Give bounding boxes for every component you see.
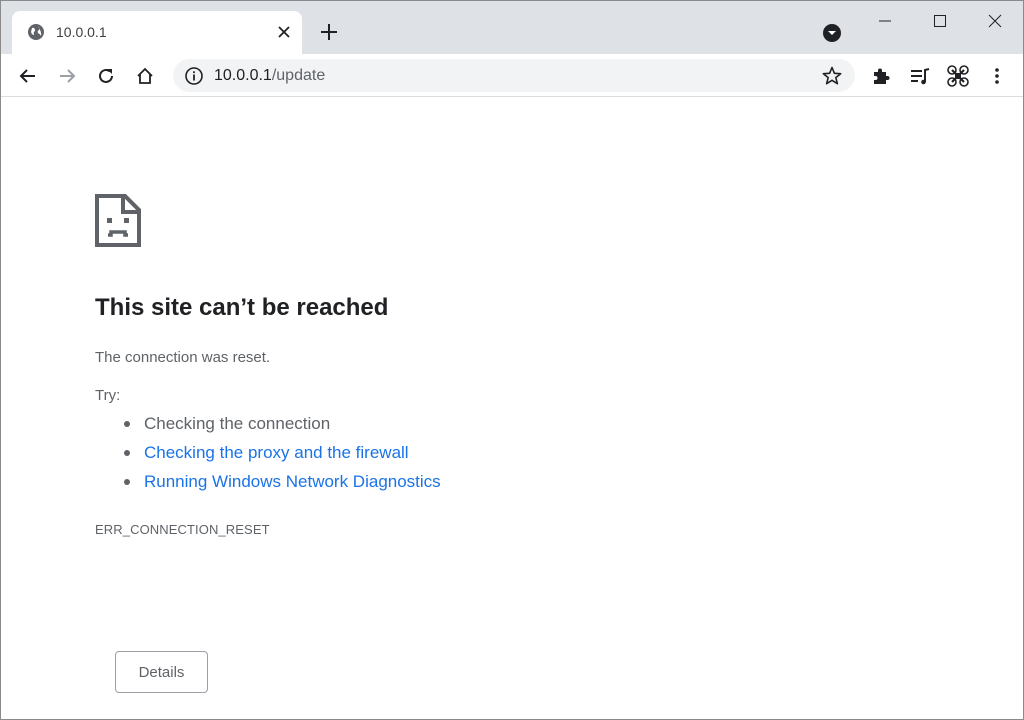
globe-icon	[27, 23, 45, 41]
proxy-firewall-link[interactable]: Checking the proxy and the firewall	[144, 443, 409, 462]
info-icon[interactable]	[184, 66, 204, 86]
url-text[interactable]: 10.0.0.1/update	[214, 67, 325, 85]
star-icon[interactable]	[821, 65, 843, 87]
tab-active[interactable]: 10.0.0.1	[12, 11, 302, 54]
address-bar[interactable]: 10.0.0.1/update	[173, 59, 855, 92]
tab-title: 10.0.0.1	[56, 24, 107, 40]
tab-strip: 10.0.0.1	[1, 1, 1023, 54]
suggestion-item: Running Windows Network Diagnostics	[124, 471, 441, 500]
toolbar: 10.0.0.1/update	[1, 54, 1023, 97]
back-arrow-icon[interactable]	[15, 63, 41, 89]
error-code: ERR_CONNECTION_RESET	[95, 522, 270, 537]
url-path: /update	[271, 67, 326, 84]
suggestion-list: Checking the connection Checking the pro…	[124, 413, 441, 500]
sad-document-icon	[95, 194, 141, 247]
network-diagnostics-link[interactable]: Running Windows Network Diagnostics	[144, 472, 441, 491]
drone-extension-icon[interactable]	[945, 63, 971, 89]
suggestion-item: Checking the proxy and the firewall	[124, 442, 441, 471]
kebab-menu-icon[interactable]	[984, 63, 1010, 89]
suggestion-text: Checking the connection	[144, 414, 331, 433]
window-close-icon[interactable]	[981, 7, 1009, 35]
media-queue-icon[interactable]	[907, 63, 933, 89]
error-title: This site can’t be reached	[95, 294, 389, 321]
try-label: Try:	[95, 387, 121, 404]
error-message: The connection was reset.	[95, 349, 271, 366]
minimize-icon[interactable]	[871, 7, 899, 35]
bullet	[124, 421, 130, 427]
maximize-icon[interactable]	[926, 7, 954, 35]
forward-arrow-icon[interactable]	[54, 63, 80, 89]
details-button[interactable]: Details	[115, 651, 208, 693]
home-icon[interactable]	[132, 63, 158, 89]
tab-search-icon[interactable]	[822, 23, 842, 43]
browser-window: 10.0.0.1 10.0.0.1/update This site can’t…	[0, 0, 1024, 720]
bullet	[124, 479, 130, 485]
bullet	[124, 450, 130, 456]
suggestion-item: Checking the connection	[124, 413, 441, 442]
url-host: 10.0.0.1	[214, 67, 272, 84]
puzzle-icon[interactable]	[868, 63, 894, 89]
reload-icon[interactable]	[93, 63, 119, 89]
tab-close-icon[interactable]	[274, 22, 294, 42]
new-tab-plus-icon[interactable]	[317, 20, 341, 44]
error-page: This site can’t be reached The connectio…	[1, 98, 1023, 719]
